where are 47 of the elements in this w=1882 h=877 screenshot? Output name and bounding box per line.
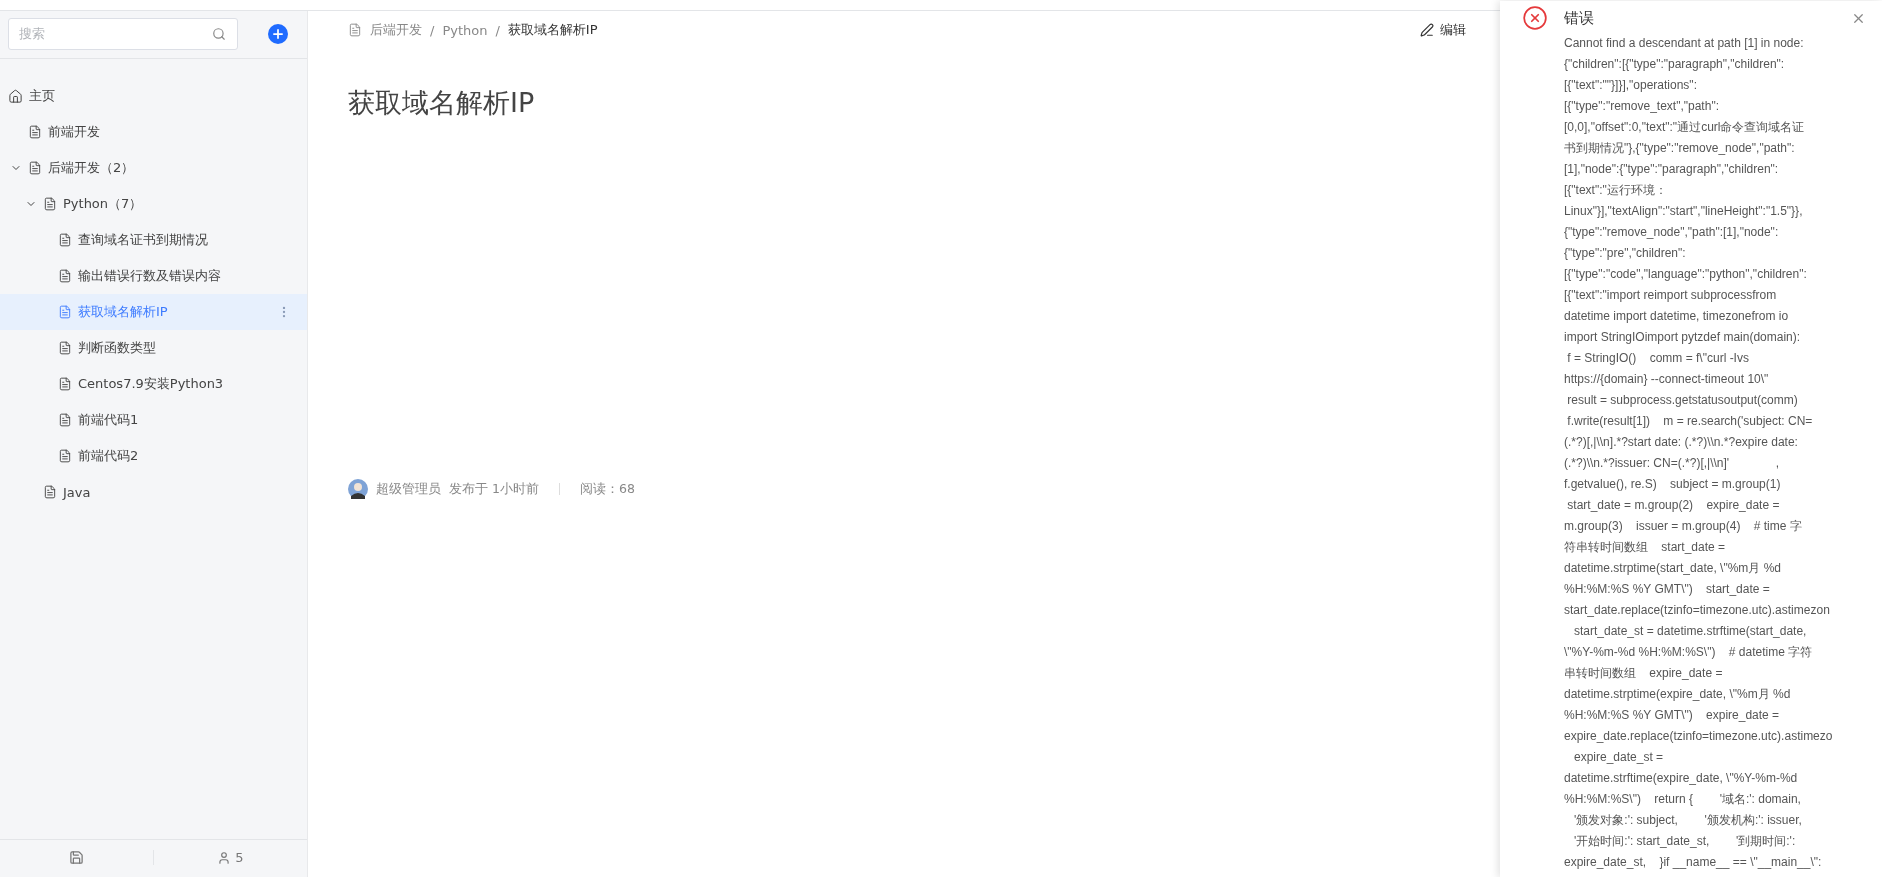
author-name: 超级管理员 xyxy=(376,480,441,498)
tree-item[interactable]: Python（7） xyxy=(0,186,307,222)
tree-item[interactable]: 前端代码1 xyxy=(0,402,307,438)
document-icon xyxy=(58,377,72,391)
document-icon xyxy=(43,197,57,211)
member-count: 5 xyxy=(235,850,244,865)
breadcrumb-link[interactable]: Python xyxy=(442,22,488,38)
document-icon xyxy=(43,485,57,499)
error-icon xyxy=(1522,5,1548,31)
search-field[interactable]: 搜索 xyxy=(8,17,238,50)
search-icon[interactable] xyxy=(212,26,226,41)
document-icon xyxy=(348,23,362,37)
edit-button[interactable]: 编辑 xyxy=(1420,21,1466,39)
breadcrumb-separator: / xyxy=(495,22,500,38)
document-icon xyxy=(28,125,42,139)
home-icon xyxy=(8,88,23,104)
read-count: 阅读：68 xyxy=(579,480,635,498)
home-link[interactable]: 主页 xyxy=(0,78,307,114)
tree-item[interactable]: 获取域名解析IP xyxy=(0,294,307,330)
tree-item[interactable]: 查询域名证书到期情况 xyxy=(0,222,307,258)
document-icon xyxy=(28,161,42,175)
tree-item[interactable]: 判断函数类型 xyxy=(0,330,307,366)
tree-item[interactable]: Java xyxy=(0,474,307,510)
pen-icon xyxy=(1420,23,1434,37)
notification-title: 错误 xyxy=(1564,8,1594,28)
error-message: Cannot find a descendant at path [1] in node: {"children":[{"type":"paragraph","children": [{"text":""}]}],"operations": [{"type":"remove_text","path": [0,0],"offset":0,"text":"通过curl命令查询域名证 书到期情况"},{"type":"remove_node","path": [1],"node":{"type":"paragraph","children": [{"text":"运行环境： Linux"}],"textAlign":"start","lineHeight":"1.5"}}, {"type":"remove_node","path":[1],"node": {"type":"pre","children": [{"type":"code","language":"python","children": [{"text":"import reimport subprocessfrom datetime import datetime, timezonefrom io import StringIOimport pytzdef main(domain): f = StringIO() comm = f\"curl -Ivs https://{domain} --connect-timeout 10\" result = subprocess.getstatusoutput(comm) f.write(result[1]) m = re.search('subject: CN= (.*?)[,|\\n].*?start date: (.*?)\\n.*?expire date: (.*?)\\n.*?issuer: CN=(.*?)[,|\\n]' , f.getvalue(), re.S) subject = m.group(1) start_date = m.group(2) expire_date = m.group(3) issuer = m.group(4) # time 字 符串转时间数组 start_date = datetime.strptime(start_date, \"%m月 %d %H:%M:%S %Y GMT\") start_date = start_date.replace(tzinfo=timezone.utc).astimezon start_date_st = datetime.strftime(start_date, \"%Y-%m-%d %H:%M:%S\") # datetime 字符 串转时间数组 expire_date = datetime.strptime(expire_date, \"%m月 %d %H:%M:%S %Y GMT\") expire_date = expire_date.replace(tzinfo=timezone.utc).astimezo expire_date_st = datetime.strftime(expire_date, \"%Y-%m-%d %H:%M:%S\") return { '域名:': domain, '颁发对象:': subject, '颁发机构:': issuer, '开始时间:': start_date_st, '到期时间:': expire_date_st, }if __name__ == \"__main__\": xyxy=(1564,35,1834,871)
add-button[interactable] xyxy=(268,23,288,44)
publish-time: 发布于 1小时前 xyxy=(449,480,539,498)
tree-item[interactable]: 后端开发（2） xyxy=(0,150,307,186)
tree-item[interactable]: 输出错误行数及错误内容 xyxy=(0,258,307,294)
document-icon xyxy=(58,305,72,319)
breadcrumb-link[interactable]: 获取域名解析IP xyxy=(507,21,598,39)
save-icon[interactable] xyxy=(69,850,84,865)
document-icon xyxy=(58,233,72,247)
tree-item[interactable]: 前端开发 xyxy=(0,114,307,150)
breadcrumb-separator: / xyxy=(430,22,435,38)
document-icon xyxy=(58,341,72,355)
document-icon xyxy=(58,269,72,283)
breadcrumb-link[interactable]: 后端开发 xyxy=(370,21,422,39)
document-icon xyxy=(58,449,72,463)
tree-item[interactable]: 前端代码2 xyxy=(0,438,307,474)
tree-item[interactable]: Centos7.9安装Python3 xyxy=(0,366,307,402)
avatar xyxy=(348,479,368,499)
document-icon xyxy=(58,413,72,427)
article-title: 获取域名解析IP xyxy=(348,86,535,120)
plus-icon xyxy=(271,26,285,41)
user-icon[interactable] xyxy=(217,850,232,865)
